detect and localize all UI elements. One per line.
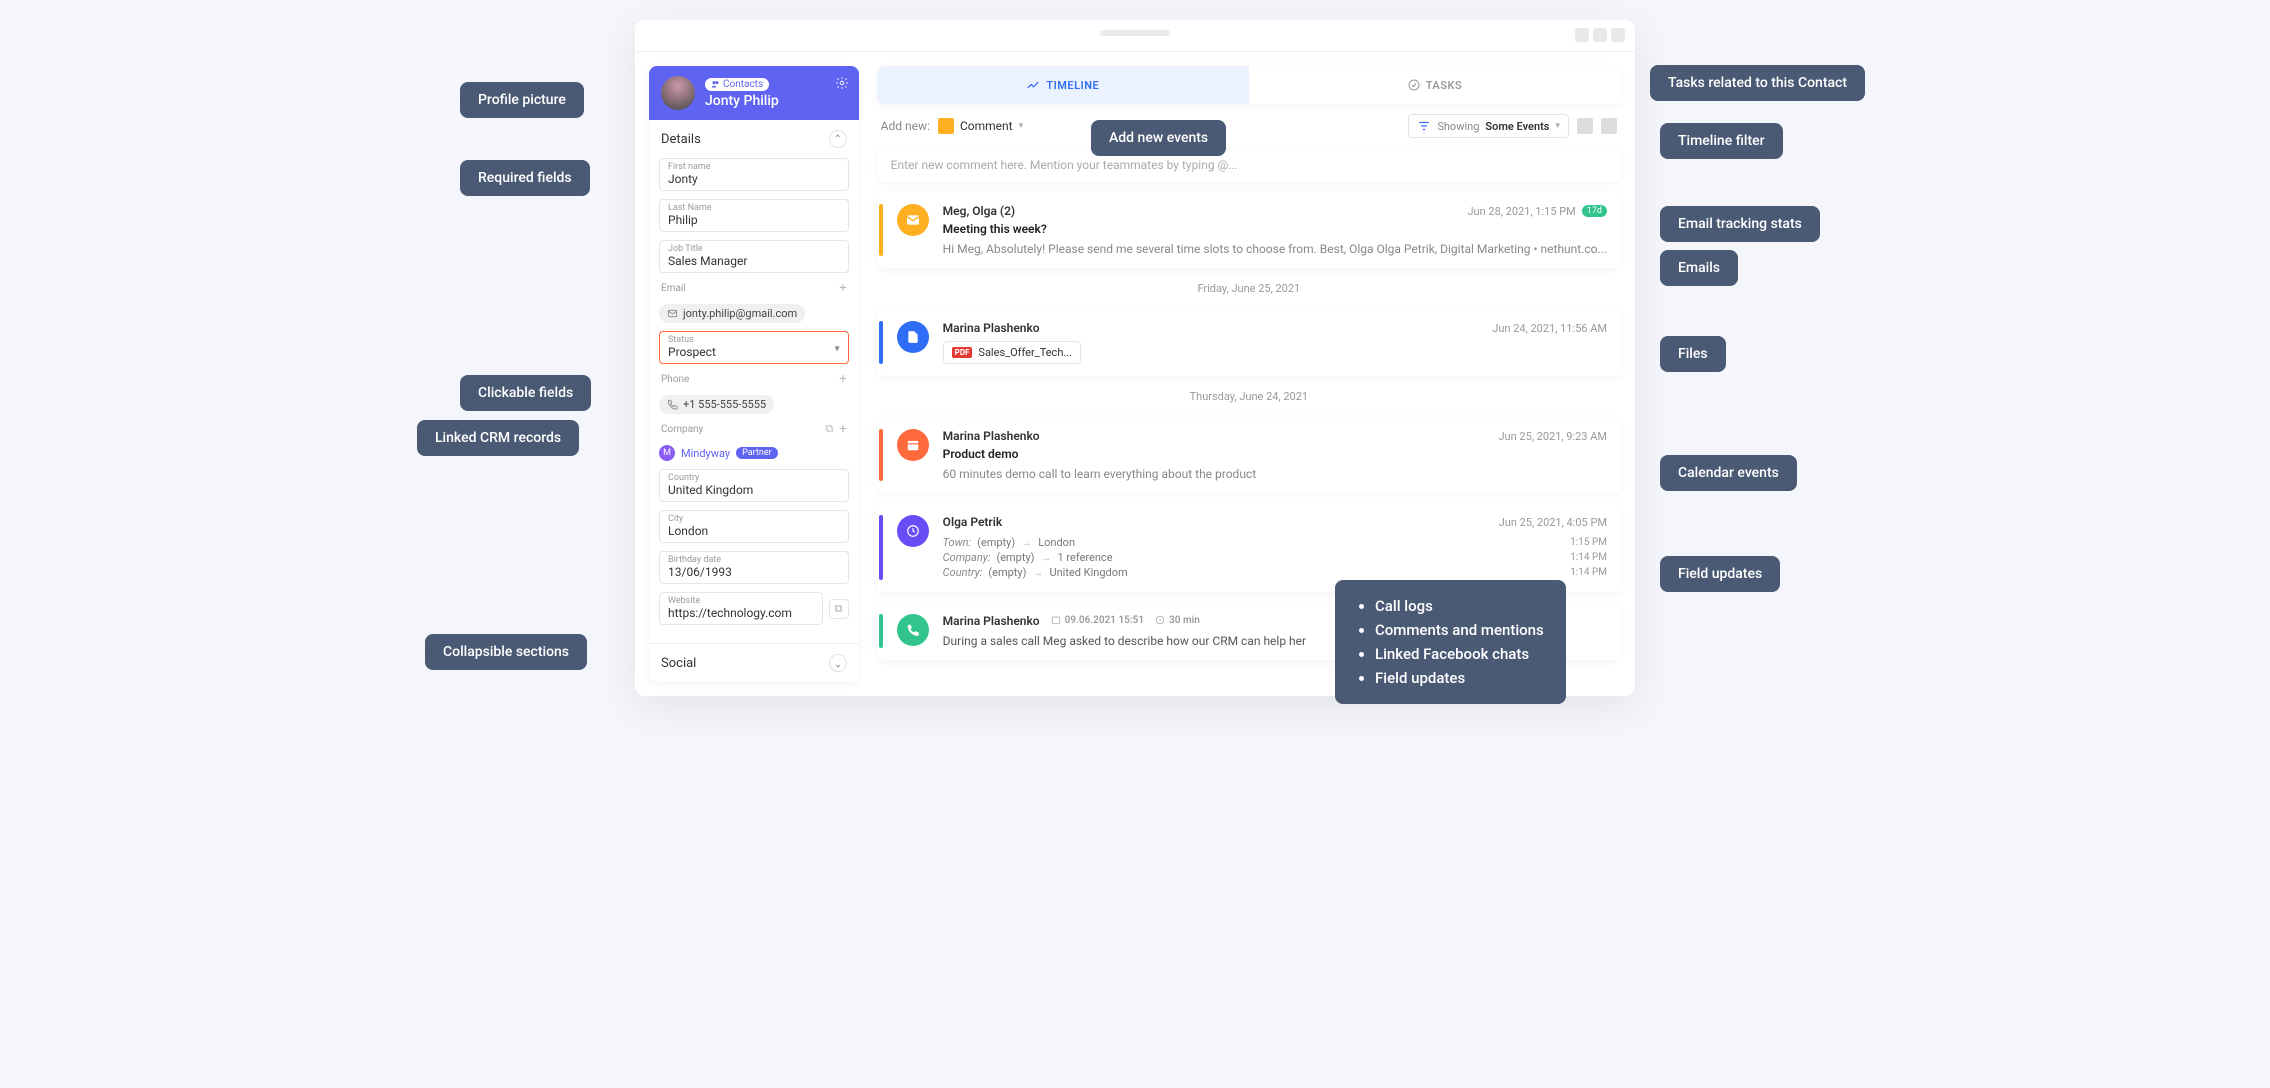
timeline-event-card[interactable]: Marina Plashenko Jun 25, 2021, 9:23 AM P… <box>877 417 1621 493</box>
callout-linked-crm: Linked CRM records <box>417 420 579 456</box>
mail-icon <box>897 204 929 236</box>
call-duration: 30 min <box>1155 615 1200 626</box>
status-field[interactable]: Status Prospect ▾ <box>659 331 849 364</box>
company-avatar: M <box>659 445 675 461</box>
callout-updates: Field updates <box>1660 556 1780 592</box>
open-company-icon[interactable]: ⧉ <box>825 422 833 437</box>
callout-list-item: Comments and mentions <box>1375 618 1544 642</box>
first-name-field[interactable]: First name Jonty <box>659 158 849 191</box>
timeline-file-card[interactable]: Marina Plashenko Jun 24, 2021, 11:56 AM … <box>877 309 1621 376</box>
company-label: Company ⧉ + <box>659 422 849 437</box>
field-changes: Town:(empty)→London1:15 PM Company:(empt… <box>943 535 1607 580</box>
callout-collapsible: Collapsible sections <box>425 634 587 670</box>
callout-list-item: Field updates <box>1375 666 1544 690</box>
window-handle <box>1100 30 1170 36</box>
pdf-icon: PDF <box>952 347 973 358</box>
contact-sidebar: Contacts Jonty Philip Details ⌃ First na… <box>649 66 859 682</box>
callout-tracking: Email tracking stats <box>1660 206 1820 242</box>
date-divider: Thursday, June 24, 2021 <box>877 386 1621 407</box>
timeline-filter[interactable]: Showing Some Events ▾ <box>1408 114 1569 138</box>
section-details[interactable]: Details ⌃ <box>649 120 859 158</box>
callout-required-fields: Required fields <box>460 160 590 196</box>
tab-timeline[interactable]: TIMELINE <box>877 66 1249 104</box>
open-link-icon[interactable]: ⧉ <box>829 599 849 619</box>
tabs: TIMELINE TASKS <box>877 66 1621 104</box>
callout-calendar: Calendar events <box>1660 455 1797 491</box>
tracking-badge: 17d <box>1582 205 1607 217</box>
filter-icon <box>1417 119 1431 133</box>
phone-label: Phone + <box>659 372 849 387</box>
country-field[interactable]: Country United Kingdom <box>659 469 849 502</box>
titlebar <box>635 20 1635 52</box>
chevron-down-icon: ▾ <box>835 343 840 354</box>
timeline-update-card[interactable]: Olga Petrik Jun 25, 2021, 4:05 PM Town:(… <box>877 503 1621 592</box>
birthday-field[interactable]: Birthday date 13/06/1993 <box>659 551 849 584</box>
last-name-field[interactable]: Last Name Philip <box>659 199 849 232</box>
website-field[interactable]: Website https://technology.com <box>659 592 823 625</box>
tab-tasks[interactable]: TASKS <box>1249 66 1621 104</box>
timeline-email-card[interactable]: Meg, Olga (2) Jun 28, 2021, 1:15 PM17d M… <box>877 192 1621 268</box>
comment-input[interactable]: Enter new comment here. Mention your tea… <box>877 148 1621 182</box>
call-date: 09.06.2021 15:51 <box>1051 615 1144 626</box>
callout-filter: Timeline filter <box>1660 123 1783 159</box>
callout-add-new: Add new events <box>1091 120 1226 156</box>
chevron-down-icon: ⌃ <box>829 654 847 672</box>
company-chip[interactable]: M Mindyway Partner <box>659 445 849 461</box>
file-attachment[interactable]: PDF Sales_Offer_Tech... <box>943 341 1081 364</box>
section-social[interactable]: Social ⌃ <box>649 643 859 682</box>
window-controls[interactable] <box>1575 28 1625 42</box>
history-icon <box>897 515 929 547</box>
phone-icon <box>897 614 929 646</box>
toolbar-action-2[interactable] <box>1601 118 1617 134</box>
chevron-up-icon: ⌃ <box>829 130 847 148</box>
gear-icon[interactable] <box>835 76 849 90</box>
callout-list: Call logs Comments and mentions Linked F… <box>1335 580 1566 704</box>
comment-icon <box>938 118 954 134</box>
addnew-comment[interactable]: Comment ▾ <box>938 118 1023 134</box>
city-field[interactable]: City London <box>659 510 849 543</box>
add-company-icon[interactable]: + <box>839 422 846 437</box>
avatar[interactable] <box>661 76 695 110</box>
calendar-icon <box>897 429 929 461</box>
callout-profile-picture: Profile picture <box>460 82 584 118</box>
add-email-icon[interactable]: + <box>839 281 846 296</box>
contact-header: Contacts Jonty Philip <box>649 66 859 120</box>
callout-emails: Emails <box>1660 250 1738 286</box>
timeline: Meg, Olga (2) Jun 28, 2021, 1:15 PM17d M… <box>877 192 1621 630</box>
job-title-field[interactable]: Job Title Sales Manager <box>659 240 849 273</box>
email-label: Email + <box>659 281 849 296</box>
toolbar-action-1[interactable] <box>1577 118 1593 134</box>
add-phone-icon[interactable]: + <box>839 372 846 387</box>
callout-list-item: Call logs <box>1375 594 1544 618</box>
phone-chip[interactable]: +1 555-555-5555 <box>659 395 774 414</box>
contact-name: Jonty Philip <box>705 93 779 109</box>
toolbar: Add new: Comment ▾ Showing <box>877 114 1621 138</box>
addnew-label: Add new: <box>881 119 930 133</box>
callout-list-item: Linked Facebook chats <box>1375 642 1544 666</box>
email-chip[interactable]: jonty.philip@gmail.com <box>659 304 805 323</box>
date-divider: Friday, June 25, 2021 <box>877 278 1621 299</box>
callout-tasks: Tasks related to this Contact <box>1650 65 1865 101</box>
file-icon <box>897 321 929 353</box>
contacts-badge[interactable]: Contacts <box>705 78 769 91</box>
callout-clickable-fields: Clickable fields <box>460 375 591 411</box>
callout-files: Files <box>1660 336 1726 372</box>
